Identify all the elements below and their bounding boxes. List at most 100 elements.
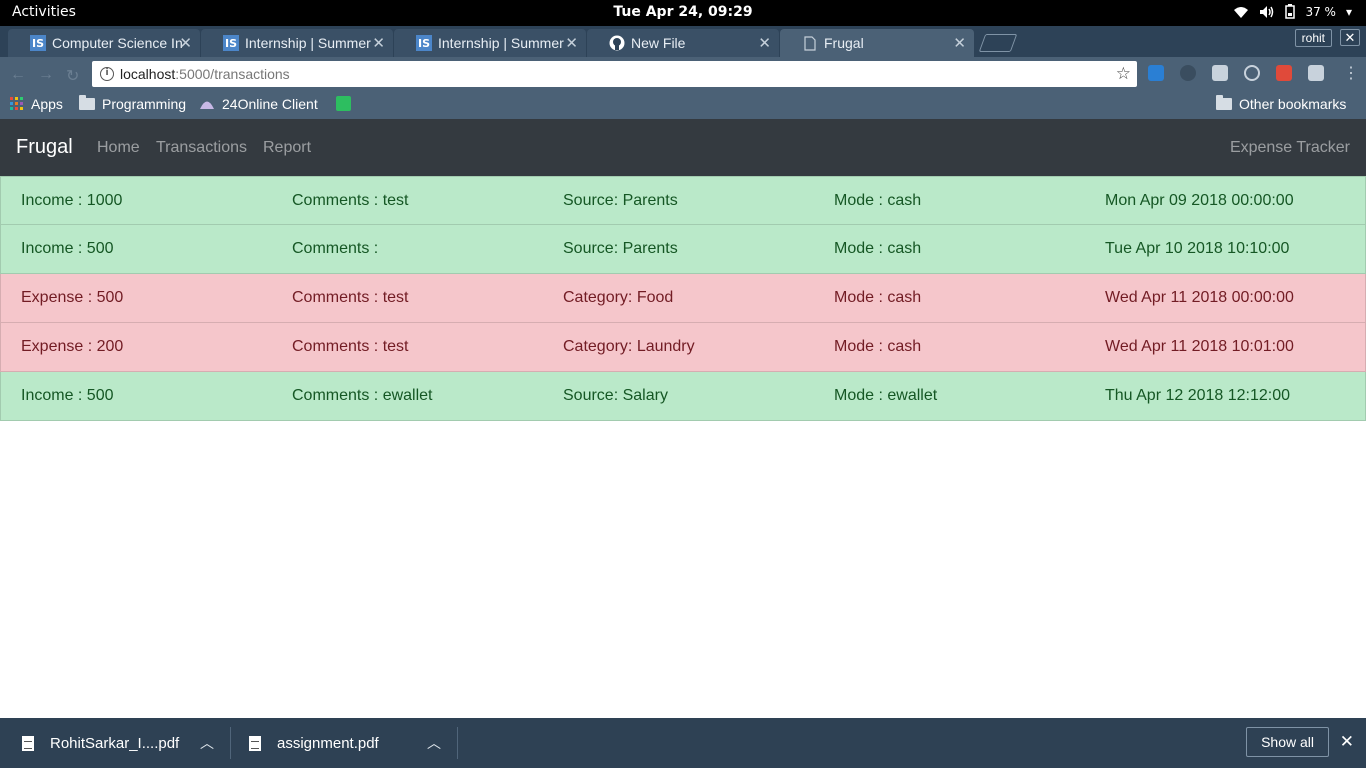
chevron-down-icon: ▾: [1345, 4, 1352, 19]
show-all-button[interactable]: Show all: [1246, 727, 1329, 757]
browser-chrome: IS Computer Science In ✕ IS Internship |…: [0, 26, 1366, 119]
tab-internship-2[interactable]: IS Internship | Summer ✕: [394, 29, 586, 57]
back-arrow-icon[interactable]: ←: [10, 66, 26, 84]
transaction-date: Thu Apr 12 2018 12:12:00: [1105, 387, 1291, 404]
tab-frugal[interactable]: Frugal ✕: [780, 29, 974, 57]
tab-internship-1[interactable]: IS Internship | Summer ✕: [201, 29, 393, 57]
wifi-icon: [1234, 6, 1249, 18]
extension-icon-1[interactable]: [1148, 65, 1164, 81]
bookmark-star-icon[interactable]: ☆: [1116, 64, 1131, 84]
bookmark-apps[interactable]: Apps: [10, 96, 63, 112]
info-icon[interactable]: i: [100, 67, 114, 81]
battery-icon: [1285, 4, 1296, 19]
transaction-category: Source: Parents: [563, 192, 678, 209]
list-item: Expense : 200 Comments : test Category: …: [0, 323, 1366, 372]
system-tray[interactable]: 37 % ▾: [1233, 4, 1352, 19]
apps-grid-icon: [10, 97, 23, 110]
bookmark-other[interactable]: Other bookmarks: [1216, 95, 1347, 112]
page-icon: [802, 35, 818, 51]
transaction-date: Wed Apr 11 2018 10:01:00: [1105, 338, 1294, 355]
tab-strip: IS Computer Science In ✕ IS Internship |…: [0, 26, 1366, 57]
activities-button[interactable]: Activities: [12, 4, 76, 20]
tab-new-file[interactable]: New File ✕: [587, 29, 779, 57]
chevron-up-icon[interactable]: ︿: [427, 733, 441, 753]
tab-title: Internship | Summer: [245, 35, 371, 51]
list-item: Income : 500 Comments : Source: Parents …: [0, 225, 1366, 274]
bookmark-24online[interactable]: 24Online Client: [199, 96, 318, 112]
transaction-comments: Comments : test: [292, 338, 409, 355]
chevron-up-icon[interactable]: ︿: [200, 733, 214, 753]
download-filename: RohitSarkar_I....pdf: [50, 734, 180, 752]
transaction-date: Mon Apr 09 2018 00:00:00: [1105, 192, 1294, 209]
is-favicon-icon: IS: [223, 35, 239, 51]
forward-arrow-icon[interactable]: →: [38, 66, 54, 84]
url-host: localhost: [120, 66, 176, 82]
divider: [230, 727, 231, 759]
document-icon: [249, 735, 261, 751]
download-item-2[interactable]: assignment.pdf ︿: [249, 718, 459, 768]
url-path: :5000/transactions: [175, 66, 290, 82]
close-tab-icon[interactable]: ✕: [372, 34, 385, 52]
reload-icon[interactable]: ↻: [66, 66, 79, 86]
list-item: Expense : 500 Comments : test Category: …: [0, 274, 1366, 323]
extension-icon-3[interactable]: [1212, 65, 1228, 81]
list-item: Income : 500 Comments : ewallet Source: …: [0, 372, 1366, 421]
browser-toolbar: ← → ↻ i localhost:5000/transactions ☆ ⋮: [0, 57, 1366, 91]
bookmark-evernote[interactable]: [336, 96, 351, 111]
brand-logo[interactable]: Frugal: [16, 136, 73, 159]
github-icon: [609, 35, 625, 51]
profile-button[interactable]: rohit: [1294, 29, 1332, 47]
list-item: Income : 1000 Comments : test Source: Pa…: [0, 176, 1366, 225]
nav-expense-tracker[interactable]: Expense Tracker: [1230, 139, 1350, 157]
close-window-icon[interactable]: ✕: [1340, 29, 1360, 46]
bookmark-label: Apps: [31, 96, 63, 112]
battery-percent: 37 %: [1305, 4, 1336, 19]
client-icon: [200, 101, 214, 109]
transaction-category: Category: Laundry: [563, 338, 695, 355]
is-favicon-icon: IS: [30, 35, 46, 51]
nav-report[interactable]: Report: [263, 139, 311, 157]
transaction-category: Source: Salary: [563, 387, 668, 404]
tab-title: Frugal: [824, 35, 864, 51]
transaction-mode: Mode : cash: [834, 338, 922, 355]
bookmark-label: Other bookmarks: [1239, 96, 1347, 112]
transaction-mode: Mode : cash: [834, 289, 922, 306]
transaction-list: Income : 1000 Comments : test Source: Pa…: [0, 176, 1366, 421]
transaction-amount: Income : 500: [21, 387, 114, 404]
download-shelf: RohitSarkar_I....pdf ︿ assignment.pdf ︿ …: [0, 718, 1366, 768]
bookmark-programming[interactable]: Programming: [79, 95, 186, 112]
nav-transactions[interactable]: Transactions: [156, 139, 247, 157]
transaction-amount: Income : 1000: [21, 192, 123, 209]
new-tab-button[interactable]: [978, 34, 1018, 52]
close-icon[interactable]: ✕: [1340, 732, 1354, 752]
transaction-date: Wed Apr 11 2018 00:00:00: [1105, 289, 1294, 306]
transaction-category: Source: Parents: [563, 240, 678, 257]
folder-icon: [1216, 95, 1232, 110]
download-filename: assignment.pdf: [277, 734, 379, 752]
close-tab-icon[interactable]: ✕: [758, 34, 771, 52]
nav-home[interactable]: Home: [97, 139, 140, 157]
extension-icon-5[interactable]: [1276, 65, 1292, 81]
transaction-comments: Comments : test: [292, 289, 409, 306]
system-top-bar: Activities Tue Apr 24, 09:29 37 % ▾: [0, 0, 1366, 26]
tab-title: Internship | Summer: [438, 35, 564, 51]
transaction-amount: Expense : 200: [21, 338, 124, 355]
folder-icon: [79, 95, 95, 110]
close-tab-icon[interactable]: ✕: [953, 34, 966, 52]
clock[interactable]: Tue Apr 24, 09:29: [613, 4, 752, 20]
tab-title: Computer Science In: [52, 35, 183, 51]
menu-icon[interactable]: ⋮: [1343, 63, 1359, 83]
tab-computer-science[interactable]: IS Computer Science In ✕: [8, 29, 200, 57]
camera-icon[interactable]: [1308, 65, 1324, 81]
download-item-1[interactable]: RohitSarkar_I....pdf ︿: [22, 718, 232, 768]
transaction-mode: Mode : cash: [834, 192, 922, 209]
address-bar[interactable]: i localhost:5000/transactions ☆: [92, 61, 1137, 87]
transaction-date: Tue Apr 10 2018 10:10:00: [1105, 240, 1290, 257]
lightbulb-icon[interactable]: [1244, 65, 1260, 81]
extension-icon-2[interactable]: [1180, 65, 1196, 81]
close-tab-icon[interactable]: ✕: [179, 34, 192, 52]
close-tab-icon[interactable]: ✕: [565, 34, 578, 52]
transaction-amount: Income : 500: [21, 240, 114, 257]
is-favicon-icon: IS: [416, 35, 432, 51]
transaction-category: Category: Food: [563, 289, 674, 306]
